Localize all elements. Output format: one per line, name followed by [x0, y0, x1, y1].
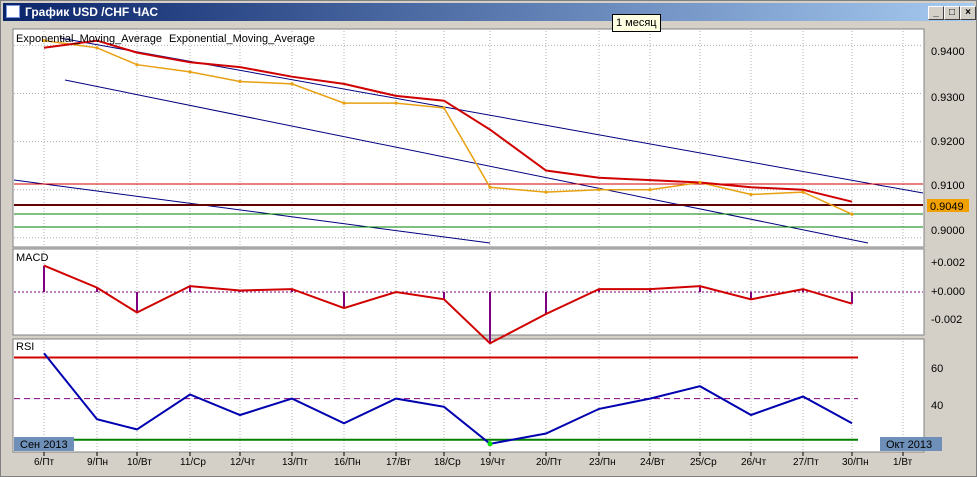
date-tick-label: 13/Пт [282, 457, 308, 468]
price-point [188, 70, 192, 74]
price-point [597, 188, 601, 192]
date-tick-label: 17/Вт [386, 457, 411, 468]
macd-axis-label: +0.002 [931, 257, 965, 269]
price-axis-label: 0.9000 [931, 225, 965, 237]
price-point [95, 46, 99, 50]
price-point [850, 212, 854, 216]
macd-histogram-bar [489, 292, 491, 344]
price-point [290, 82, 294, 86]
rsi-label: RSI [16, 341, 34, 353]
price-chart[interactable]: Exponential_Moving_Average Exponential_M… [0, 0, 977, 477]
price-axis-label: 0.9200 [931, 136, 965, 148]
date-tick-label: 20/Пт [536, 457, 562, 468]
price-point [442, 106, 446, 110]
macd-label: MACD [16, 252, 48, 264]
price-point [238, 79, 242, 84]
macd-histogram-bar [851, 292, 853, 304]
date-tick-label: 16/Пн [334, 457, 361, 468]
macd-histogram-bar [545, 292, 547, 314]
macd-axis-label: -0.002 [931, 314, 962, 326]
ema-fast-label: Exponential_Moving_Average [16, 33, 162, 45]
macd-axis-label: +0.000 [931, 286, 965, 298]
date-tick-label: 19/Чт [480, 457, 506, 468]
rsi-oversold-point [487, 441, 493, 447]
date-tick-label: 24/Вт [640, 457, 665, 468]
period-start-text: Сен 2013 [20, 439, 68, 451]
macd-histogram-bar [136, 292, 138, 313]
price-point [544, 190, 548, 194]
price-point [801, 190, 805, 194]
date-tick-label: 25/Ср [690, 457, 717, 468]
price-point [648, 188, 652, 192]
period-tooltip: 1 месяц [612, 14, 661, 32]
date-tick-label: 11/Ср [180, 457, 206, 468]
date-tick-label: 6/Пт [34, 457, 55, 468]
ema-slow-label: Exponential_Moving_Average [169, 33, 315, 45]
price-point [342, 101, 346, 105]
price-point [488, 185, 492, 189]
rsi-axis-label: 60 [931, 363, 943, 375]
date-tick-label: 10/Вт [127, 457, 152, 468]
date-tick-label: 27/Пт [793, 457, 819, 468]
date-tick-label: 12/Чт [230, 457, 256, 468]
date-tick-label: 23/Пн [589, 457, 616, 468]
date-tick-label: 30/Пн [842, 457, 869, 468]
date-tick-label: 18/Ср [434, 457, 461, 468]
rsi-axis-label: 40 [931, 400, 943, 412]
macd-histogram-bar [43, 265, 45, 292]
current-price-text: 0.9049 [930, 201, 964, 213]
macd-histogram-bar [343, 292, 345, 309]
date-tick-label: 9/Пн [87, 457, 108, 468]
price-point [135, 63, 139, 67]
price-axis-label: 0.9100 [931, 180, 965, 192]
price-point [698, 180, 702, 185]
date-tick-label: 1/Вт [893, 457, 913, 468]
period-end-text: Окт 2013 [886, 439, 932, 451]
rsi-panel [12, 338, 925, 453]
price-axis-label: 0.9300 [931, 92, 965, 104]
price-point [749, 192, 753, 197]
price-point [394, 101, 398, 105]
price-axis-label: 0.9400 [931, 46, 965, 58]
date-tick-label: 26/Чт [741, 457, 767, 468]
date-axis: 6/Пт 9/Пн 10/Вт 11/Ср 12/Чт 13/Пт 16/Пн 17/Вт 18… [34, 452, 913, 468]
